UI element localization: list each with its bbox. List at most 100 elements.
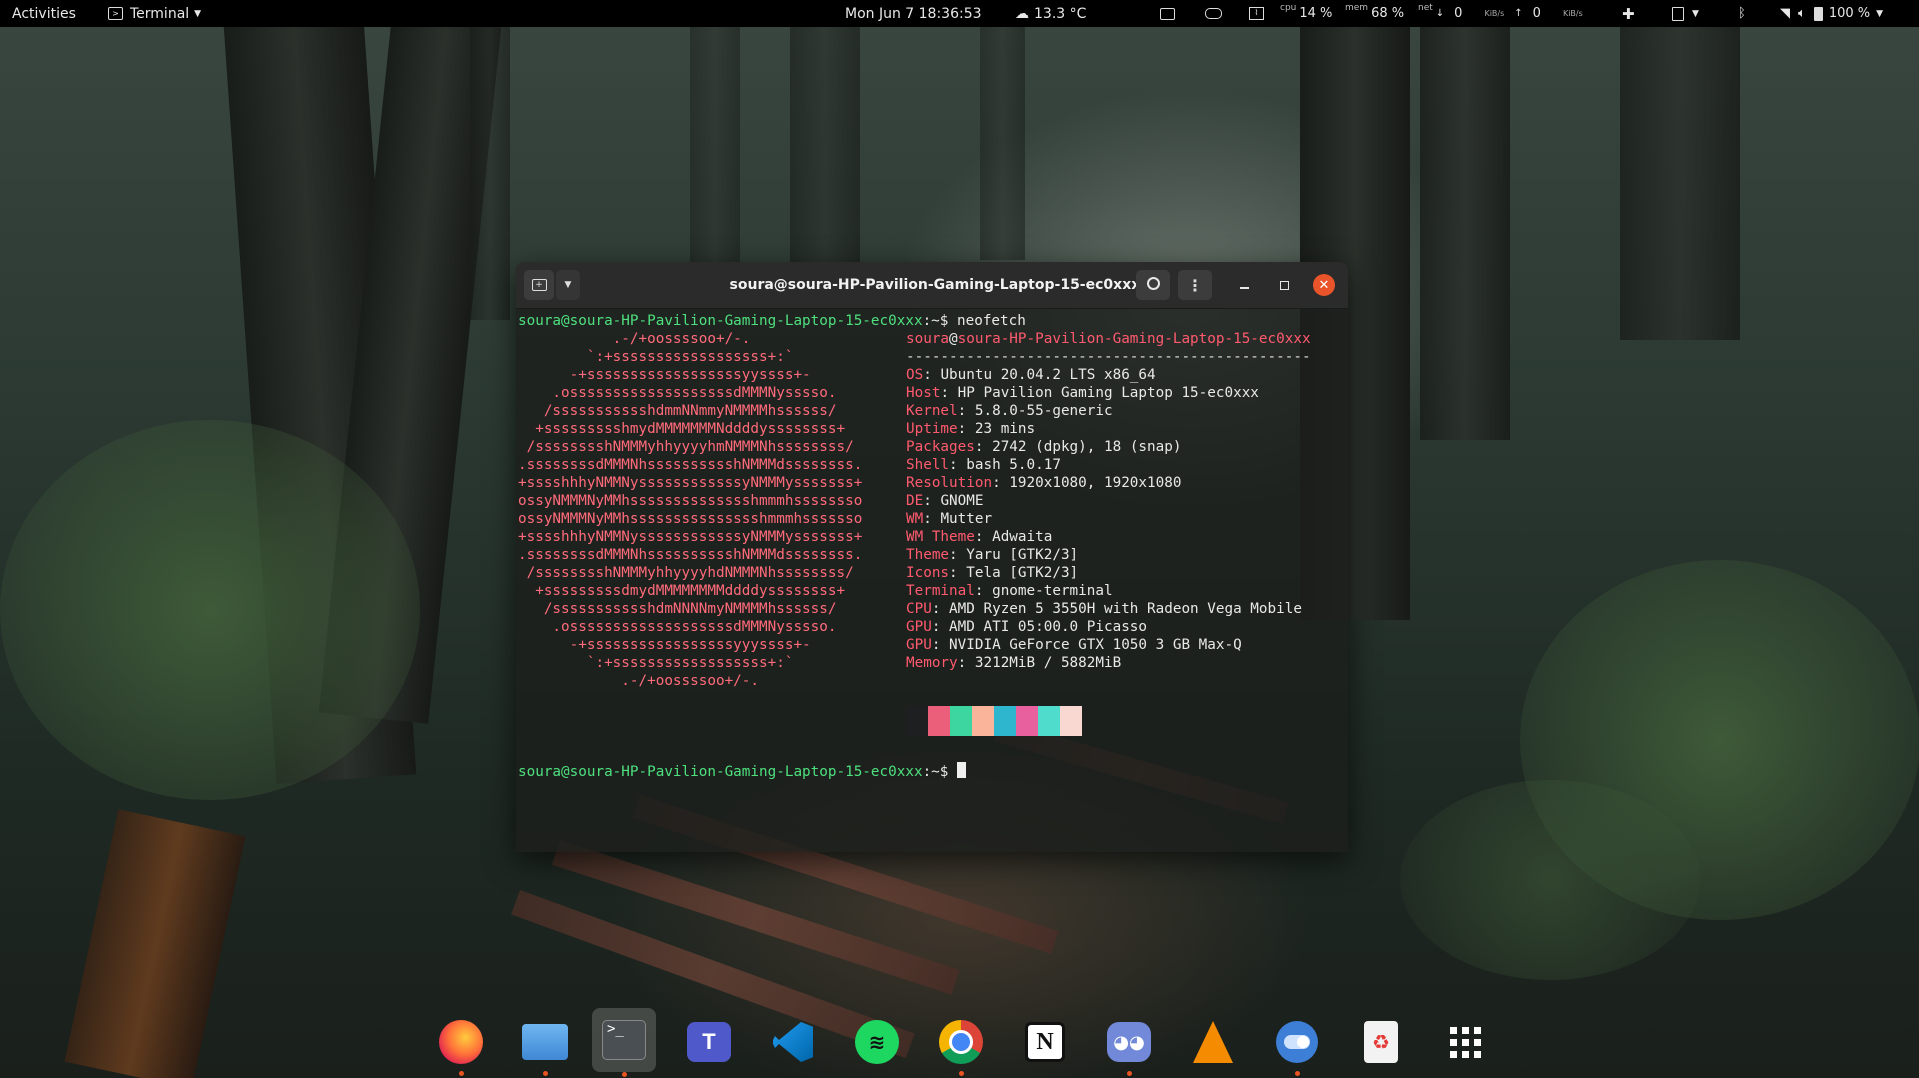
dock-notion[interactable]: N [1016,1013,1074,1071]
arrow-down-icon: ↓ [1435,8,1445,19]
extensions-icon[interactable]: ✚ [1622,0,1635,27]
palette-swatch [906,706,928,736]
app-menu-button[interactable]: > Terminal ▼ [108,0,201,27]
clipboard-icon[interactable]: ▼ [1672,0,1699,27]
info-value: HP Pavilion Gaming Laptop 15-ec0xxx [957,385,1259,401]
maximize-button[interactable] [1273,274,1295,296]
dock-vscode[interactable] [764,1013,822,1071]
mem-value: 68 % [1371,6,1405,21]
command-text: neofetch [957,313,1026,329]
dock-terminal[interactable]: >_ [592,1008,656,1077]
info-key: WM Theme [906,529,975,545]
terminal-window[interactable]: + ▼ soura@soura-HP-Pavilion-Gaming-Lapto… [516,262,1348,852]
dock-files[interactable] [516,1013,574,1076]
info-row: Resolution: 1920x1080, 1920x1080 [906,475,1182,491]
dock-firefox[interactable] [432,1013,490,1076]
ascii-line: /sssssssshNMMMyhhyyyyhdNMMMNhssssssss/ [518,565,854,581]
chevron-down-icon: ▼ [194,8,202,19]
system-menu[interactable]: ◥ 🔈︎ 100 % ▼ [1780,0,1883,27]
new-tab-icon: + [531,279,547,291]
info-value: 1920x1080, 1920x1080 [1009,475,1182,491]
toggle-app-icon [1276,1021,1318,1063]
weather-indicator[interactable]: ☁ 13.3 °C [1015,0,1086,27]
info-value: 5.8.0-55-generic [974,403,1113,419]
cpu-indicator[interactable]: cpu 14 % [1280,0,1332,27]
info-value: 23 mins [974,421,1036,437]
info-key: Packages [906,439,975,455]
volume-icon: 🔈︎ [1798,6,1806,21]
screenshot-icon[interactable] [1160,0,1175,27]
mem-indicator[interactable]: mem 68 % [1345,0,1404,27]
info-value: 3212MiB / 5882MiB [974,655,1122,671]
mem-label: mem [1345,2,1369,13]
minimize-button[interactable] [1233,274,1255,296]
prompt-line: soura@soura-HP-Pavilion-Gaming-Laptop-15… [518,762,966,781]
dock-toggle-app[interactable] [1268,1013,1326,1076]
new-tab-button[interactable]: + [524,270,554,300]
gamepad-icon[interactable] [1205,0,1222,27]
palette-swatch [1060,706,1082,736]
clock[interactable]: Mon Jun 7 18:36:53 [845,0,982,27]
activities-button[interactable]: Activities [12,0,76,27]
ascii-line: /ssssssssssshdmmNNmmyNMMMMhssssss/ [518,403,837,419]
battery-label: 100 % [1828,6,1871,21]
dock-show-applications[interactable] [1436,1013,1494,1071]
activities-label: Activities [12,5,76,22]
ascii-line: +sssshhhyNMMNyssssssssssssyNMMMysssssss+ [518,529,863,545]
running-indicator [543,1071,548,1076]
notion-icon: N [1025,1022,1065,1062]
info-value: Tela [GTK2/3] [966,565,1079,581]
prompt-user: soura@soura-HP-Pavilion-Gaming-Laptop-15… [518,764,923,780]
info-value: Yaru [GTK2/3] [966,547,1079,563]
net-indicator[interactable]: net ↓ 0 KiB/s ↑ 0 KiB/s [1418,0,1583,27]
ascii-line: .-/+oossssoo+/-. [518,331,751,347]
close-button[interactable]: ✕ [1313,274,1335,296]
bluetooth-icon[interactable]: ᛒ [1738,0,1746,27]
info-value: AMD Ryzen 5 3550H with Radeon Vega Mobil… [949,601,1302,617]
clock-label: Mon Jun 7 18:36:53 [845,5,982,22]
dock-teams[interactable]: T [680,1013,738,1071]
system-monitor-icon[interactable]: ⌇ [1249,0,1264,27]
ascii-line: /sssssssshNMMMyhhyyyyhmNMMMNhssssssss/ [518,439,854,455]
info-row: CPU: AMD Ryzen 5 3550H with Radeon Vega … [906,601,1302,617]
maximize-icon [1279,280,1289,290]
info-value: NVIDIA GeForce GTX 1050 3 GB Max-Q [949,637,1242,653]
vlc-icon [1193,1021,1233,1063]
running-indicator [622,1072,627,1077]
dock-vlc[interactable] [1184,1013,1242,1071]
terminal-small-icon: > [108,7,123,20]
menu-button[interactable]: ⋮ [1178,270,1212,300]
files-icon [522,1024,568,1060]
dock-chrome[interactable] [932,1013,990,1076]
new-tab-menu-button[interactable]: ▼ [556,270,580,300]
ascii-line: +sssshhhyNMMNyssssssssssssyNMMMysssssss+ [518,475,863,491]
ascii-line: .osssssssssssssssssssdMMMNysssso. [518,619,837,635]
firefox-icon [439,1020,483,1064]
palette-swatch [928,706,950,736]
show-applications-icon [1449,1026,1481,1058]
terminal-content[interactable]: soura@soura-HP-Pavilion-Gaming-Laptop-15… [518,308,1346,852]
search-icon [1146,276,1160,290]
net-down-unit: KiB/s [1484,9,1505,18]
dock-discord[interactable]: ◕◕ [1100,1013,1158,1076]
info-key: Kernel [906,403,958,419]
info-key: DE [906,493,924,509]
minimize-icon [1239,287,1249,289]
info-key: GPU [906,619,932,635]
dock-recycle-app[interactable]: ♻ [1352,1013,1410,1071]
dock: >_ T ≋ N ◕◕ ♻ [424,1008,1496,1078]
ascii-line: `:+ssssssssssssssssss+:` [518,349,794,365]
info-row: Kernel: 5.8.0-55-generic [906,403,1113,419]
info-key: Memory [906,655,958,671]
chrome-icon [939,1020,983,1064]
prompt-user: soura@soura-HP-Pavilion-Gaming-Laptop-15… [518,313,923,329]
cpu-value: 14 % [1299,6,1333,21]
dock-spotify[interactable]: ≋ [848,1013,906,1071]
text-cursor [957,762,966,778]
terminal-headerbar[interactable]: + ▼ soura@soura-HP-Pavilion-Gaming-Lapto… [516,262,1348,309]
terminal-icon: >_ [602,1020,646,1060]
search-button[interactable] [1136,270,1170,300]
ascii-line: ossyNMMMNyMMhsssssssssssssshmmmhssssssso [518,493,863,509]
info-value: AMD ATI 05:00.0 Picasso [949,619,1148,635]
ascii-line: ossyNMMMNyMMhssssssssssssssshmmmhsssssso [518,511,863,527]
